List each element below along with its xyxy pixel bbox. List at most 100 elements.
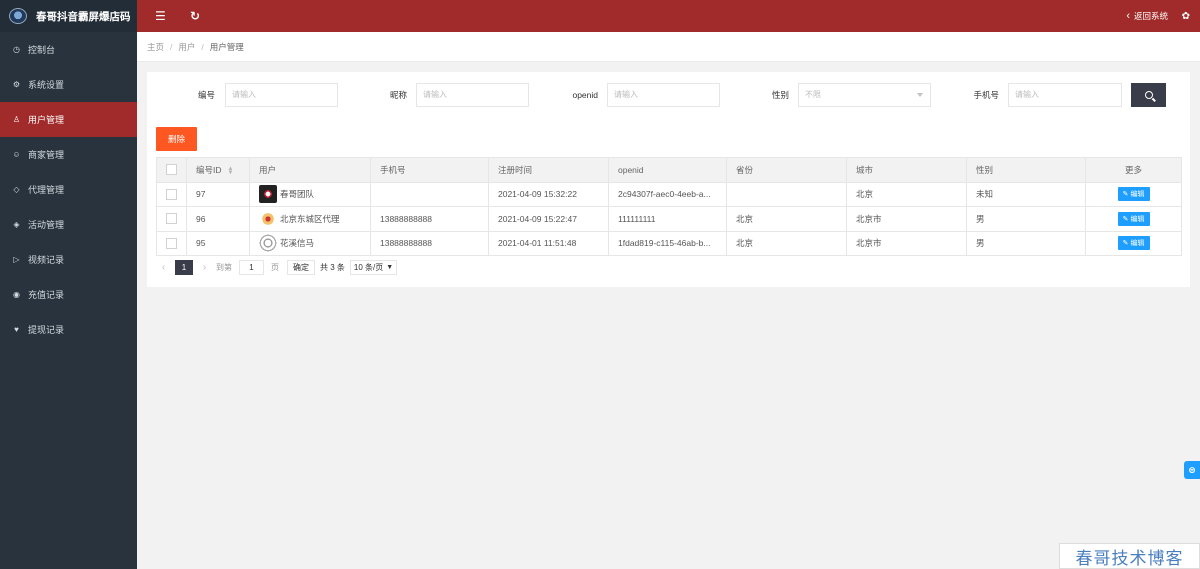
sidebar-item-withdrawals[interactable]: ♥ 提现记录 [0,312,137,347]
id-filter-input[interactable]: 请输入 [225,83,338,107]
header-phone: 手机号 [370,157,489,183]
cell-openid: 1fdad819-c115-46ab-b... [608,230,727,256]
edit-button[interactable]: ✎ 编辑 [1117,211,1150,226]
row-select-cell [156,181,187,207]
dashboard-icon: ◷ [13,45,20,54]
cell-city: 北京市 [846,230,967,256]
next-page-icon[interactable]: › [197,262,212,273]
smile-icon: ☺ [12,150,21,159]
pencil-icon: ✎ [1122,215,1129,223]
chevron-down-icon: ▼ [386,263,394,271]
sidebar-item-users[interactable]: ♙ 用户管理 [0,102,137,137]
watermark: 春哥技术博客 [1059,543,1200,569]
sidebar-item-label: 用户管理 [28,115,65,125]
sidebar-item-label: 活动管理 [28,220,65,230]
page-unit-label: 页 [271,262,279,272]
nickname-filter-label: 昵称 [389,90,407,100]
table-header-row: 编号ID ▲ ▼ 用户 手机号 注册时间 openid 省份 城市 性别 更多 [156,157,1182,183]
edit-button[interactable]: ✎ 编辑 [1117,187,1150,202]
goto-confirm-button[interactable]: 确定 [287,259,315,275]
filter-bar: 编号 请输入 昵称 请输入 openid 请输入 性别 不限 手机号 请输入 [147,83,1190,107]
select-all-checkbox[interactable] [166,164,177,176]
sort-icon[interactable]: ▲ ▼ [228,166,234,176]
gender-filter-select[interactable]: 不限 [798,83,931,107]
gender-filter-label: 性别 [771,90,789,100]
cell-more: ✎ 编辑 [1085,230,1182,256]
sidebar-item-activities[interactable]: ◈ 活动管理 [0,207,137,242]
app-logo[interactable]: 春哥抖音霸屏爆店码 [0,0,137,32]
delete-button[interactable]: 删除 [156,127,197,151]
refresh-button[interactable]: ↻ [190,0,200,32]
table-row: 97 春哥团队 2021-04-09 15:32:22 2c94307f-aec… [156,181,1182,207]
edit-button[interactable]: ✎ 编辑 [1117,236,1150,251]
header-gender: 性别 [966,157,1086,183]
edit-label: 编辑 [1130,240,1145,248]
edit-label: 编辑 [1130,215,1145,223]
cell-city: 北京市 [846,206,967,232]
cell-phone [370,181,489,207]
breadcrumb-current: 用户管理 [209,41,244,52]
users-table: 编号ID ▲ ▼ 用户 手机号 注册时间 openid 省份 城市 性别 更多 97… [156,157,1182,256]
row-checkbox[interactable] [166,213,177,225]
sidebar-item-label: 系统设置 [28,80,65,90]
palette-icon: ✿ [1181,10,1190,22]
breadcrumb-home[interactable]: 主页 [147,41,164,53]
header-id[interactable]: 编号ID ▲ ▼ [186,157,250,183]
video-icon: ▷ [13,255,20,264]
openid-filter-input[interactable]: 请输入 [607,83,720,107]
row-checkbox[interactable] [166,188,177,200]
sidebar-item-videos[interactable]: ▷ 视频记录 [0,242,137,277]
sidebar-item-recharges[interactable]: ◉ 充值记录 [0,277,137,312]
cell-gender: 男 [966,206,1086,232]
breadcrumb-parent[interactable]: 用户 [178,41,195,53]
page-current[interactable]: 1 [175,259,193,275]
sidebar-item-dashboard[interactable]: ◷ 控制台 [0,32,137,67]
user-management-card: 编号 请输入 昵称 请输入 openid 请输入 性别 不限 手机号 请输入 删… [147,72,1190,287]
header-more: 更多 [1085,157,1182,183]
cell-province [726,181,847,207]
back-to-system-button[interactable]: ‹ 返回系统 [1126,0,1168,32]
select-all-cell [156,157,187,183]
search-icon [1144,91,1153,99]
breadcrumb: 主页 / 用户 / 用户管理 [137,32,1200,62]
cell-openid: 2c94307f-aec0-4eeb-a... [608,181,727,207]
cell-phone: 13888888888 [370,206,489,232]
id-filter-label: 编号 [197,90,215,100]
avatar-icon [259,185,277,204]
phone-filter-input[interactable]: 请输入 [1008,83,1122,107]
goto-label: 到第 [216,262,232,272]
row-checkbox[interactable] [166,237,177,249]
cell-gender: 未知 [966,181,1086,207]
header-reg-time: 注册时间 [488,157,609,183]
sidebar-item-merchants[interactable]: ☺ 商家管理 [0,137,137,172]
openid-filter-label: openid [572,90,598,100]
page-size-select[interactable]: 10 条/页 ▼ [349,259,398,275]
cell-province: 北京 [726,206,847,232]
menu-toggle-button[interactable]: ☰ [155,0,166,32]
chevron-down-icon [917,93,923,97]
cell-user: 北京东城区代理 [249,206,371,232]
float-widget-button[interactable]: ⊜ [1184,461,1200,479]
cell-gender: 男 [966,230,1086,256]
cell-reg-time: 2021-04-09 15:22:47 [488,206,609,232]
search-button[interactable] [1131,83,1166,107]
cell-user: 花溪信马 [249,230,371,256]
page-size-value: 10 条/页 [353,262,384,272]
sidebar-item-settings[interactable]: ⚙ 系统设置 [0,67,137,102]
cell-province: 北京 [726,230,847,256]
header-province: 省份 [726,157,847,183]
sidebar-item-label: 提现记录 [28,325,65,335]
tag-icon: ◈ [13,220,20,229]
prev-page-icon[interactable]: ‹ [156,262,171,273]
header-city: 城市 [846,157,967,183]
user-nickname: 春哥团队 [280,189,315,200]
user-info: 北京东城区代理 [259,209,370,228]
back-to-system-label: 返回系统 [1133,11,1168,21]
nickname-filter-input[interactable]: 请输入 [416,83,529,107]
sidebar-item-agents[interactable]: ◇ 代理管理 [0,172,137,207]
sidebar: 春哥抖音霸屏爆店码 ◷ 控制台 ⚙ 系统设置 ♙ 用户管理 ☺ 商家管理 ◇ 代… [0,0,137,569]
goto-page-input[interactable]: 1 [239,259,264,275]
theme-button[interactable]: ✿ [1182,0,1190,32]
sidebar-item-label: 视频记录 [28,255,65,265]
pencil-icon: ✎ [1122,191,1129,199]
